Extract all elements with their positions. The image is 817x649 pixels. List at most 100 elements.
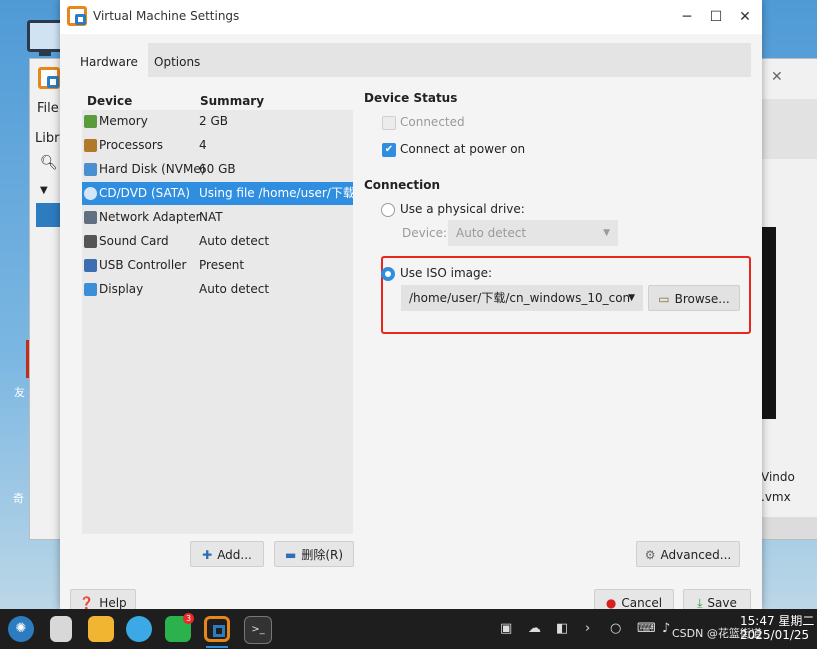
cancel-label: Cancel — [621, 596, 663, 610]
cd-dvd-icon — [84, 187, 97, 200]
start-menu-icon[interactable]: ✺ — [8, 616, 34, 642]
device-list: Device Summary Memory 2 GB Processors 4 … — [82, 90, 353, 534]
taskbar: ✺ 3 >_ ▣ ☁ ◧ › ○ ⌨ ♪ CSDN @花篮街道 15:47 星期… — [0, 609, 817, 649]
advanced-button[interactable]: ⚙ Advanced... — [636, 541, 740, 567]
device-status-title: Device Status — [364, 91, 458, 105]
connected-label: Connected — [400, 115, 465, 129]
vmware-logo-icon — [38, 67, 60, 89]
device-name: Hard Disk (NVMe) — [99, 162, 206, 176]
input-method-icon[interactable]: ⌨ — [637, 621, 656, 636]
file-manager-icon[interactable] — [50, 616, 72, 642]
device-summary: NAT — [199, 210, 223, 224]
device-name: Sound Card — [99, 234, 169, 248]
cancel-button[interactable]: ● Cancel — [594, 589, 674, 611]
device-summary: 60 GB — [199, 162, 236, 176]
menu-file[interactable]: File — [37, 101, 59, 116]
device-summary: Using file /home/user/下载/cn — [199, 186, 353, 200]
vm-file-text: .vmx — [761, 490, 791, 504]
active-app-indicator — [206, 646, 228, 648]
clock-date: 2025/01/25 — [740, 628, 810, 642]
device-row-memory[interactable]: Memory 2 GB — [82, 110, 353, 133]
physical-drive-radio[interactable] — [381, 203, 395, 217]
browse-button[interactable]: ▭ Browse... — [648, 285, 740, 311]
device-row-display[interactable]: Display Auto detect — [82, 278, 353, 301]
close-button[interactable]: ✕ — [735, 7, 755, 27]
terminal-icon[interactable]: >_ — [244, 616, 272, 644]
device-row-hard-disk[interactable]: Hard Disk (NVMe) 60 GB — [82, 158, 353, 181]
header-summary: Summary — [200, 94, 265, 108]
browse-label: Browse... — [674, 292, 730, 306]
device-list-header: Device Summary — [82, 90, 353, 110]
vmware-logo-icon — [67, 6, 87, 26]
taskbar-clock[interactable]: 15:47 星期二 2025/01/25 — [740, 614, 814, 642]
vm-settings-dialog: Virtual Machine Settings ─ ☐ ✕ Hardware … — [60, 0, 762, 611]
gears-icon: ⚙ — [644, 548, 656, 562]
physical-drive-label: Use a physical drive: — [400, 202, 525, 216]
usb-icon — [84, 259, 97, 272]
device-summary: Present — [199, 258, 245, 272]
device-summary: 2 GB — [199, 114, 228, 128]
physical-device-select[interactable]: Auto detect ▼ — [448, 220, 618, 246]
app-tray-icon[interactable]: ◧ — [556, 621, 568, 636]
iso-path-combo[interactable]: /home/user/下载/cn_windows_10_con ▼ — [401, 285, 643, 311]
device-row-network[interactable]: Network Adapter NAT — [82, 206, 353, 229]
vm-name-text: Vindo — [761, 470, 795, 484]
connect-at-power-on-label: Connect at power on — [400, 142, 526, 156]
network-icon — [84, 211, 97, 224]
vm-preview-thumbnail — [761, 227, 776, 419]
iso-path-value: /home/user/下载/cn_windows_10_con — [409, 291, 631, 305]
connect-at-power-on-checkbox[interactable]: ✔ — [382, 143, 396, 157]
tab-bar: Hardware Options — [70, 43, 751, 77]
tab-options[interactable]: Options — [144, 43, 210, 77]
dialog-titlebar: Virtual Machine Settings ─ ☐ ✕ — [60, 0, 762, 34]
connected-checkbox[interactable] — [382, 116, 396, 130]
processor-icon — [84, 139, 97, 152]
help-button[interactable]: ❓ Help — [70, 589, 136, 611]
device-name: Display — [99, 282, 144, 296]
cloud-tray-icon[interactable]: ☁ — [528, 621, 541, 636]
library-search-icon[interactable]: 🔍︎ — [40, 155, 58, 171]
folder-icon: ▭ — [658, 292, 670, 306]
add-device-button[interactable]: ✚ Add... — [190, 541, 264, 567]
device-row-processors[interactable]: Processors 4 — [82, 134, 353, 157]
chevron-down-icon: ▼ — [603, 228, 610, 238]
vmware-taskbar-icon[interactable] — [204, 616, 230, 642]
desktop-text: 友 — [14, 386, 25, 399]
main-status-bar — [761, 517, 817, 539]
sound-card-icon — [84, 235, 97, 248]
device-name: Memory — [99, 114, 148, 128]
library-selected-item[interactable] — [36, 203, 60, 227]
device-name: CD/DVD (SATA) — [99, 186, 191, 200]
device-row-sound-card[interactable]: Sound Card Auto detect — [82, 230, 353, 253]
desktop-text: 奇 — [13, 492, 24, 505]
save-button[interactable]: ⤓ Save — [683, 589, 751, 611]
browser-icon[interactable] — [126, 616, 152, 642]
memory-icon — [84, 115, 97, 128]
main-tab-close-icon[interactable]: ✕ — [771, 69, 783, 85]
clipboard-tray-icon[interactable]: ▣ — [500, 621, 512, 636]
tab-hardware[interactable]: Hardware — [70, 43, 148, 77]
device-summary: Auto detect — [199, 282, 270, 296]
minus-icon: ▬ — [284, 548, 297, 562]
search-tray-icon[interactable]: ○ — [610, 621, 621, 636]
help-label: Help — [99, 596, 127, 610]
maximize-button[interactable]: ☐ — [706, 7, 726, 27]
notes-app-icon[interactable] — [88, 616, 114, 642]
advanced-label: Advanced... — [660, 548, 732, 562]
device-row-usb[interactable]: USB Controller Present — [82, 254, 353, 277]
device-summary: 4 — [199, 138, 207, 152]
remove-device-button[interactable]: ▬ 删除(R) — [274, 541, 354, 567]
display-icon — [84, 283, 97, 296]
main-right-panel — [761, 99, 817, 159]
tree-expand-icon[interactable]: ▼ — [40, 185, 48, 196]
physical-device-value: Auto detect — [456, 226, 527, 240]
remove-label: 删除(R) — [301, 548, 344, 562]
volume-icon[interactable]: ♪ — [662, 621, 670, 636]
dialog-title: Virtual Machine Settings — [93, 9, 240, 23]
device-row-cd-dvd[interactable]: CD/DVD (SATA) Using file /home/user/下载/c… — [82, 182, 353, 205]
iso-image-label: Use ISO image: — [400, 266, 493, 280]
tray-expand-icon[interactable]: › — [585, 621, 590, 636]
iso-image-radio[interactable] — [381, 267, 395, 281]
minimize-button[interactable]: ─ — [677, 7, 697, 27]
save-label: Save — [707, 596, 737, 610]
